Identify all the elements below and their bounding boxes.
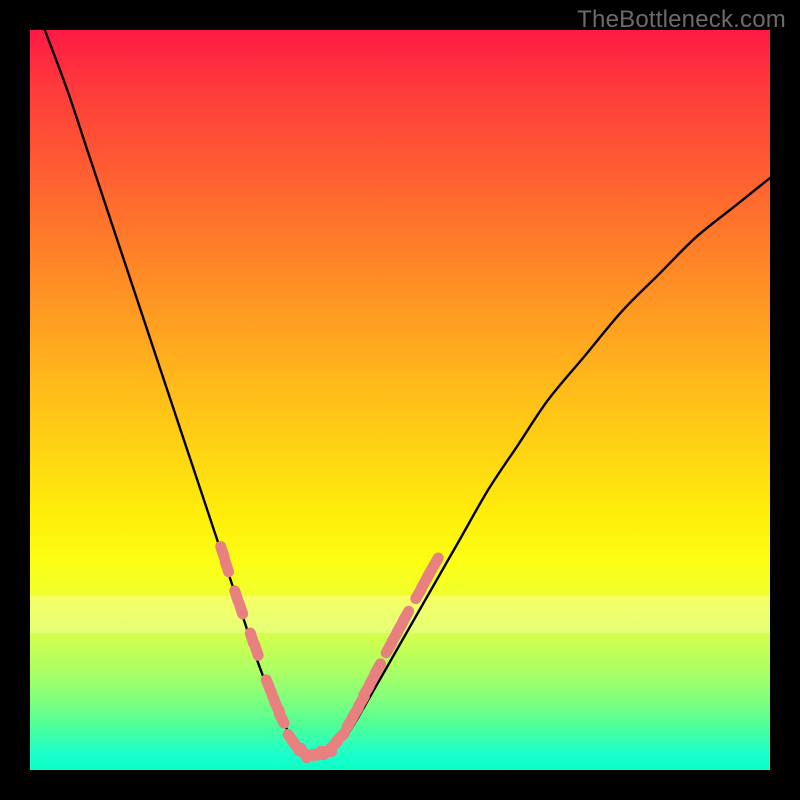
curve-marker <box>279 713 284 723</box>
curve-marker <box>403 611 408 621</box>
curve-marker <box>225 561 228 571</box>
curve-marker <box>221 546 224 556</box>
curve-marker <box>239 603 242 613</box>
curve-layer <box>30 30 770 770</box>
plot-area <box>30 30 770 770</box>
chart-frame: TheBottleneck.com <box>0 0 800 800</box>
curve-marker <box>375 664 380 674</box>
curve-marker <box>433 558 438 568</box>
bottleneck-curve <box>45 30 770 757</box>
curve-marker <box>255 645 258 655</box>
curve-markers <box>221 546 439 757</box>
curve-marker <box>337 733 345 741</box>
